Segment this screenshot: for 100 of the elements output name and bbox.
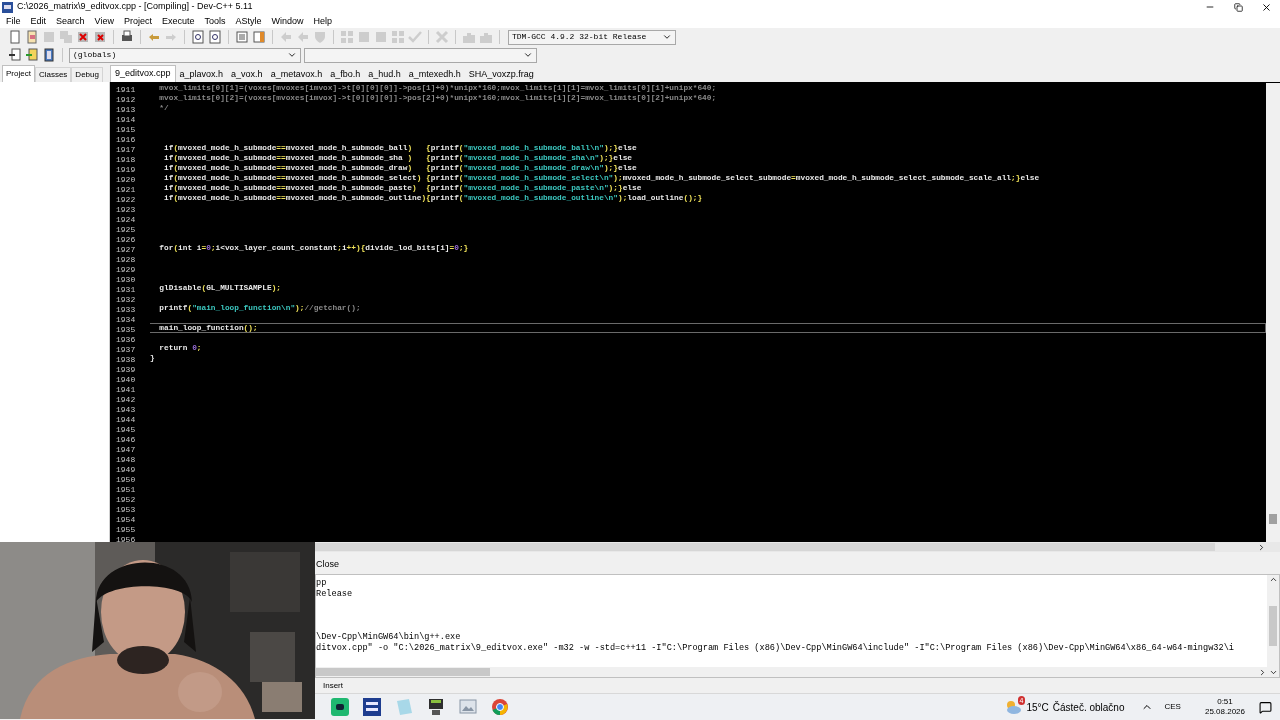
line-number: 1919 bbox=[116, 165, 136, 174]
cloud-sun-icon bbox=[1004, 699, 1023, 715]
search-icon[interactable] bbox=[208, 30, 222, 44]
line-number: 1914 bbox=[116, 115, 136, 124]
menu-item[interactable]: Help bbox=[308, 14, 338, 28]
line-number: 1949 bbox=[116, 465, 136, 474]
line-number: 1915 bbox=[116, 125, 136, 134]
line-number: 1926 bbox=[116, 235, 136, 244]
menu-item[interactable]: File bbox=[1, 14, 26, 28]
line-number: 1951 bbox=[116, 485, 136, 494]
line-number: 1956 bbox=[116, 535, 136, 544]
menu-item[interactable]: Edit bbox=[25, 14, 52, 28]
line-number: 1953 bbox=[116, 505, 136, 514]
line-number: 1952 bbox=[116, 495, 136, 504]
line-number: 1912 bbox=[116, 95, 136, 104]
menu-item[interactable]: Project bbox=[118, 14, 157, 28]
line-number: 1954 bbox=[116, 515, 136, 524]
app-icon[interactable] bbox=[361, 697, 383, 717]
app-icon bbox=[2, 1, 13, 13]
weather-text: Částeč. oblačno bbox=[1052, 700, 1125, 715]
line-number: 1913 bbox=[116, 105, 136, 114]
book-icon[interactable] bbox=[42, 48, 56, 62]
image-icon[interactable] bbox=[457, 697, 479, 717]
window-title: C:\2026_matrix\9_editvox.cpp - [Compiling] - Dev-C++ 5.11 bbox=[17, 0, 253, 14]
line-number: 1916 bbox=[116, 135, 136, 144]
caret-icon bbox=[662, 32, 672, 42]
list-icon[interactable] bbox=[235, 30, 249, 44]
line-number: 1928 bbox=[116, 255, 136, 264]
line-number: 1948 bbox=[116, 455, 136, 464]
print-icon[interactable] bbox=[120, 30, 134, 44]
arrow-up-icon[interactable] bbox=[1268, 575, 1278, 584]
line-number: 1932 bbox=[116, 295, 136, 304]
line-number: 1940 bbox=[116, 375, 136, 384]
notifications-icon[interactable] bbox=[1259, 700, 1272, 714]
scrollbar[interactable] bbox=[316, 667, 1267, 677]
line-number: 1922 bbox=[116, 195, 136, 204]
line-number: 1937 bbox=[116, 345, 136, 354]
menu-item[interactable]: Tools bbox=[199, 14, 231, 28]
line-number: 1945 bbox=[116, 425, 136, 434]
search-icon[interactable] bbox=[191, 30, 205, 44]
language-indicator[interactable]: CES bbox=[1164, 701, 1181, 713]
arrow-down-icon[interactable] bbox=[1268, 668, 1278, 677]
log-line: Release bbox=[316, 589, 354, 600]
line-number: 1950 bbox=[116, 475, 136, 484]
line-number: 1933 bbox=[116, 305, 136, 314]
line-number: 1941 bbox=[116, 385, 136, 394]
app-icon[interactable] bbox=[329, 697, 351, 717]
line-number: 1938 bbox=[116, 355, 136, 364]
line-number: 1930 bbox=[116, 275, 136, 284]
close-all-icon[interactable] bbox=[93, 30, 107, 44]
menu-item[interactable]: Window bbox=[266, 14, 309, 28]
menu-item[interactable]: View bbox=[89, 14, 119, 28]
line-number: 1923 bbox=[116, 205, 136, 214]
panel-tab[interactable]: Classes bbox=[34, 67, 72, 82]
line-number: 1947 bbox=[116, 445, 136, 454]
caret-icon bbox=[523, 50, 533, 60]
arrow-right-icon[interactable] bbox=[1257, 542, 1266, 552]
line-number: 1924 bbox=[116, 215, 136, 224]
line-number: 1918 bbox=[116, 155, 136, 164]
scrollbar[interactable] bbox=[1266, 83, 1280, 542]
line-number: 1944 bbox=[116, 415, 136, 424]
log-line: pp bbox=[316, 578, 328, 589]
restore-icon bbox=[1233, 2, 1243, 12]
function-select[interactable] bbox=[304, 47, 537, 63]
columns-icon[interactable] bbox=[252, 30, 266, 44]
line-number: 1946 bbox=[116, 435, 136, 444]
line-number: 1927 bbox=[116, 245, 136, 254]
panel-tab[interactable]: Debug bbox=[71, 67, 103, 82]
line-number: 1931 bbox=[116, 285, 136, 294]
line-number: 1921 bbox=[116, 185, 136, 194]
line-number: 1911 bbox=[116, 85, 136, 94]
menu-item[interactable]: Execute bbox=[156, 14, 200, 28]
caret-icon bbox=[287, 50, 297, 60]
line-number: 1939 bbox=[116, 365, 136, 374]
compiler-select[interactable]: TDM-GCC 4.9.2 32-bit Release bbox=[508, 29, 676, 45]
file-tab[interactable]: 9_editvox.cpp bbox=[110, 65, 176, 82]
line-number: 1925 bbox=[116, 225, 136, 234]
line-number: 1942 bbox=[116, 395, 136, 404]
line-number: 1934 bbox=[116, 315, 136, 324]
browser-icon[interactable] bbox=[489, 697, 511, 717]
close-file-icon[interactable] bbox=[76, 30, 90, 44]
clock[interactable]: 0:51 25.08.2026 bbox=[1204, 697, 1245, 717]
panel-tab[interactable]: Project bbox=[2, 65, 35, 82]
log-line: \Dev-Cpp\MinGW64\bin\g++.exe bbox=[316, 632, 462, 643]
menu-item[interactable]: AStyle bbox=[230, 14, 267, 28]
scrollbar[interactable] bbox=[1267, 575, 1279, 677]
line-number: 1929 bbox=[116, 265, 136, 274]
menu-item[interactable]: Search bbox=[51, 14, 90, 28]
code-editor[interactable] bbox=[110, 82, 1280, 542]
temperature: 15°C bbox=[1026, 700, 1049, 715]
status-mode: Insert bbox=[323, 679, 343, 692]
line-number: 1943 bbox=[116, 405, 136, 414]
line-number: 1955 bbox=[116, 525, 136, 534]
line-number: 1936 bbox=[116, 335, 136, 344]
scope-select[interactable]: (globals) bbox=[69, 47, 301, 63]
arrow-right-icon[interactable] bbox=[1258, 667, 1267, 677]
line-number: 1920 bbox=[116, 175, 136, 184]
line-number: 1917 bbox=[116, 145, 136, 154]
log-line: ditvox.cpp" -o "C:\2026_matrix\9_editvox.exe" -m32 -w -std=c++11 -I"C:\Program Files (x86)\Dev-Cpp\MinGW64\include" -I"C:\Program Files (x86)\Dev-Cpp\MinGW64\x86_64-w64-mingw32\i bbox=[316, 643, 1235, 654]
scrollbar[interactable] bbox=[315, 542, 1280, 552]
